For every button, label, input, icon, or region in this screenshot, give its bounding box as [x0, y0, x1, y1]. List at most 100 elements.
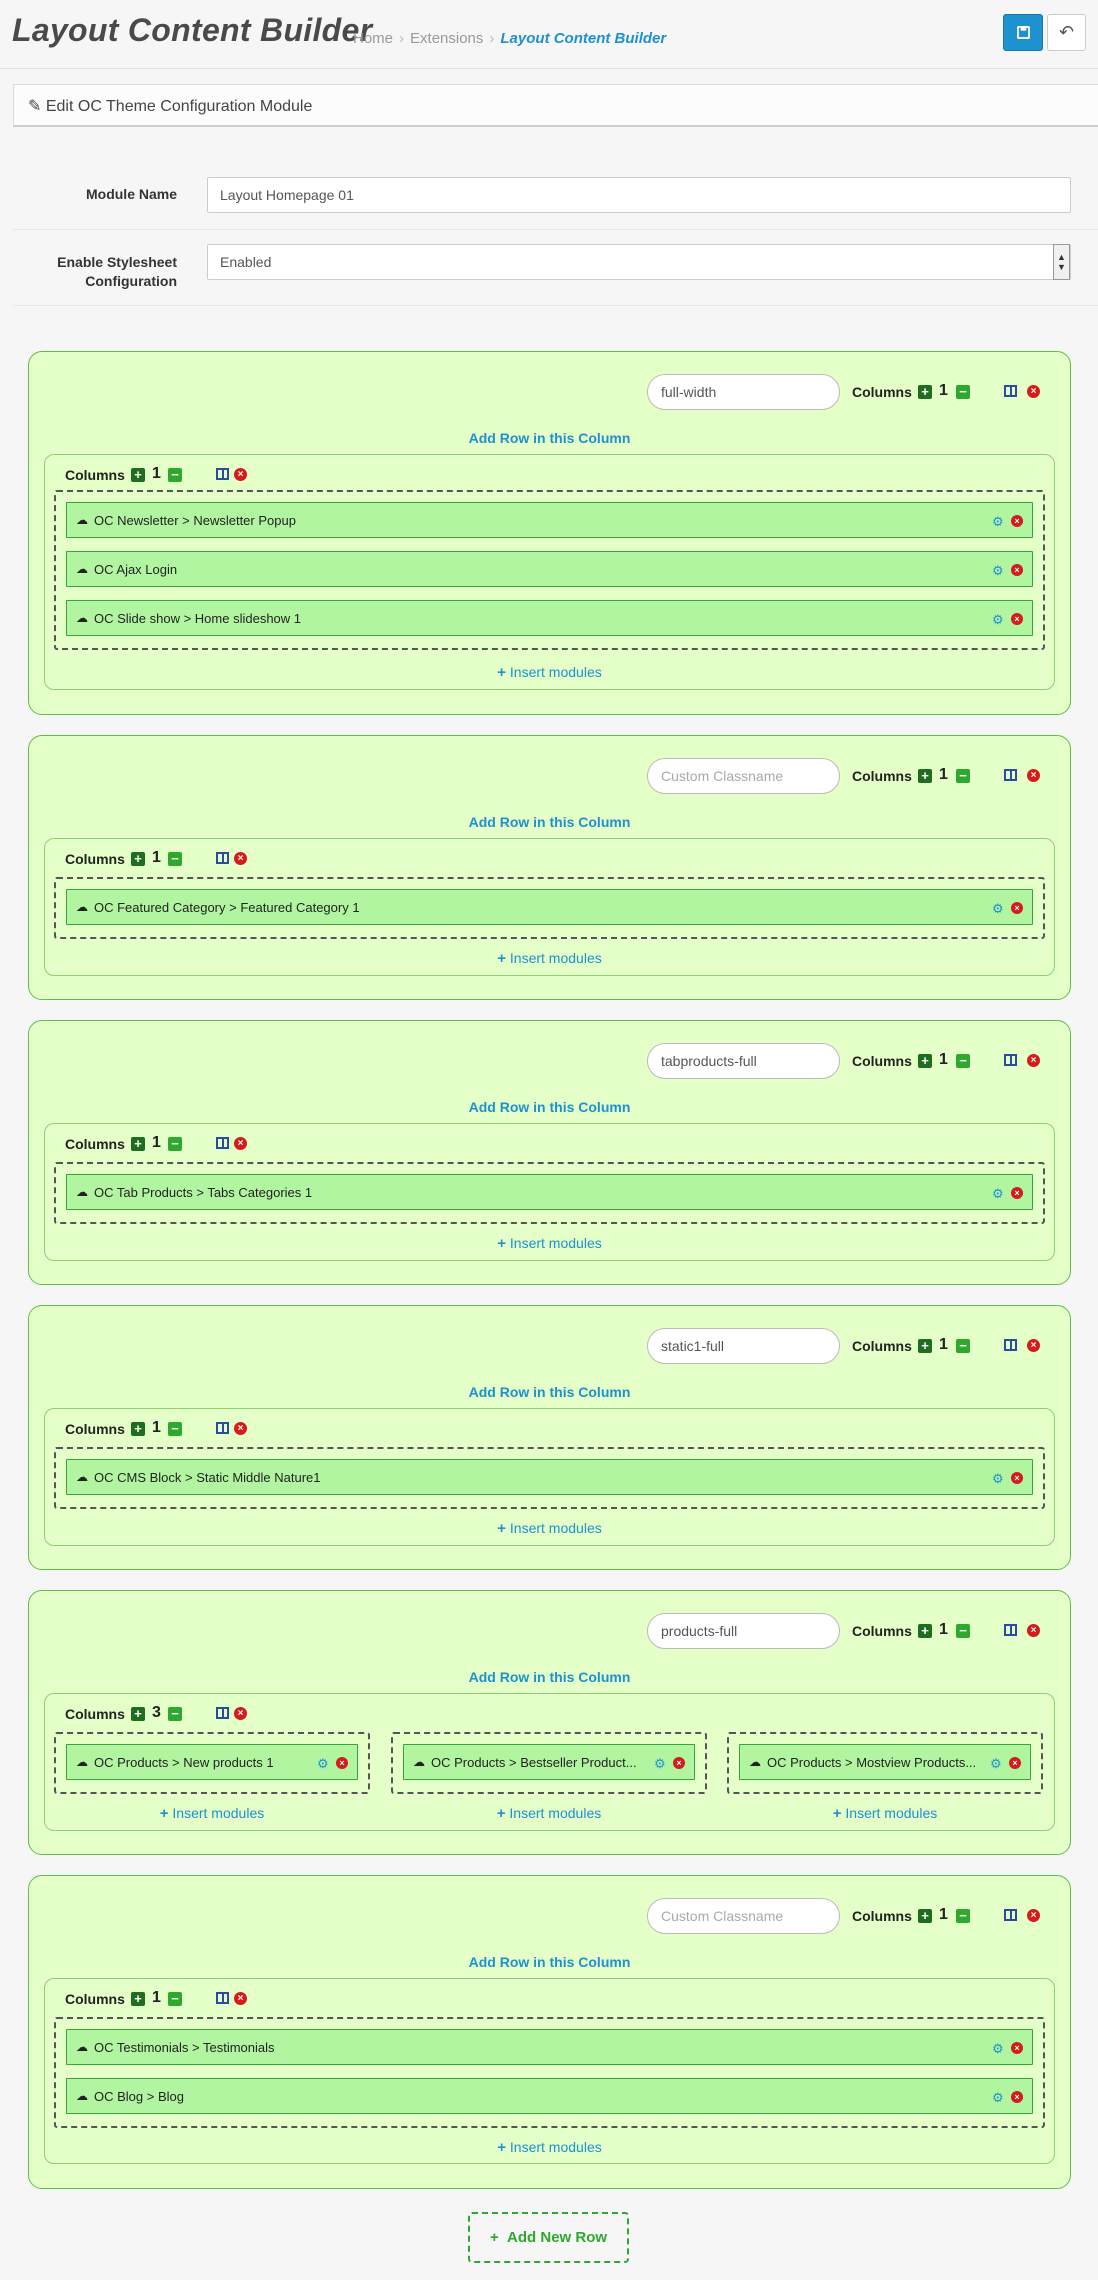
classname-input[interactable]: static1-full — [647, 1328, 840, 1364]
module-drop-zone[interactable]: ☁ OC Featured Category > Featured Categor… — [54, 877, 1045, 939]
insert-modules-link[interactable]: + Insert modules — [45, 664, 1054, 681]
module-item[interactable]: ☁ OC Newsletter > Newsletter Popup ⚙ × — [66, 502, 1033, 538]
remove-column-icon[interactable]: − — [956, 769, 970, 783]
insert-modules-link[interactable]: + Insert modules — [391, 1805, 707, 1822]
gears-icon[interactable]: ⚙ — [992, 1471, 1004, 1487]
columns-layout-icon[interactable] — [1004, 1909, 1017, 1921]
add-column-icon[interactable]: + — [131, 852, 145, 866]
delete-module-icon[interactable]: × — [1011, 2042, 1023, 2054]
module-drop-zone[interactable]: ☁ OC Testimonials > Testimonials ⚙ × ☁ OC Bl… — [54, 2017, 1045, 2128]
module-drop-zone[interactable]: ☁ OC Products > Bestseller Product... ⚙ × — [391, 1732, 707, 1794]
columns-layout-icon[interactable] — [1004, 1624, 1017, 1636]
module-drag-icon[interactable]: ☁ — [76, 900, 88, 914]
module-drag-icon[interactable]: ☁ — [413, 1755, 425, 1769]
delete-row-icon[interactable]: × — [1027, 769, 1040, 782]
add-column-icon[interactable]: + — [918, 1909, 932, 1923]
module-drop-zone[interactable]: ☁ OC Newsletter > Newsletter Popup ⚙ × ☁ OC … — [54, 490, 1045, 650]
remove-column-icon[interactable]: − — [168, 1422, 182, 1436]
module-item[interactable]: ☁ OC Slide show > Home slideshow 1 ⚙ × — [66, 600, 1033, 636]
insert-modules-link[interactable]: + Insert modules — [45, 1520, 1054, 1537]
module-drag-icon[interactable]: ☁ — [76, 562, 88, 576]
chevron-down-icon[interactable]: ▲ ▼ — [1053, 244, 1070, 280]
delete-module-icon[interactable]: × — [336, 1757, 348, 1769]
remove-column-icon[interactable]: − — [168, 852, 182, 866]
remove-column-icon[interactable]: − — [956, 1909, 970, 1923]
breadcrumb-home[interactable]: Home — [353, 30, 393, 47]
module-item[interactable]: ☁ OC CMS Block > Static Middle Nature1 ⚙ × — [66, 1459, 1033, 1495]
module-item[interactable]: ☁ OC Blog > Blog ⚙ × — [66, 2078, 1033, 2114]
delete-column-icon[interactable]: × — [234, 1707, 247, 1720]
columns-layout-icon[interactable] — [216, 1992, 229, 2004]
remove-column-icon[interactable]: − — [168, 1707, 182, 1721]
back-button[interactable]: ↶ — [1047, 14, 1086, 51]
classname-input[interactable]: products-full — [647, 1613, 840, 1649]
columns-layout-icon[interactable] — [1004, 769, 1017, 781]
delete-module-icon[interactable]: × — [1011, 902, 1023, 914]
add-column-icon[interactable]: + — [131, 468, 145, 482]
insert-modules-link[interactable]: + Insert modules — [727, 1805, 1043, 1822]
module-item[interactable]: ☁ OC Tab Products > Tabs Categories 1 ⚙ × — [66, 1174, 1033, 1210]
insert-modules-link[interactable]: + Insert modules — [45, 2139, 1054, 2156]
module-item[interactable]: ☁ OC Products > Mostview Products... ⚙ × — [739, 1744, 1031, 1780]
delete-module-icon[interactable]: × — [1011, 1187, 1023, 1199]
delete-column-icon[interactable]: × — [234, 1137, 247, 1150]
module-item[interactable]: ☁ OC Testimonials > Testimonials ⚙ × — [66, 2029, 1033, 2065]
delete-module-icon[interactable]: × — [1011, 2091, 1023, 2103]
breadcrumb-current[interactable]: Layout Content Builder — [500, 30, 666, 47]
module-drag-icon[interactable]: ☁ — [76, 611, 88, 625]
module-drag-icon[interactable]: ☁ — [76, 2040, 88, 2054]
module-item[interactable]: ☁ OC Products > New products 1 ⚙ × — [66, 1744, 358, 1780]
columns-layout-icon[interactable] — [216, 1707, 229, 1719]
module-drag-icon[interactable]: ☁ — [76, 2089, 88, 2103]
classname-input[interactable]: tabproducts-full — [647, 1043, 840, 1079]
delete-module-icon[interactable]: × — [1009, 1757, 1021, 1769]
module-name-input[interactable]: Layout Homepage 01 — [207, 177, 1071, 213]
module-drag-icon[interactable]: ☁ — [76, 1185, 88, 1199]
add-column-icon[interactable]: + — [918, 1624, 932, 1638]
columns-layout-icon[interactable] — [1004, 1339, 1017, 1351]
add-row-link[interactable]: Add Row in this Column — [29, 1099, 1070, 1115]
insert-modules-link[interactable]: + Insert modules — [45, 1235, 1054, 1252]
insert-modules-link[interactable]: + Insert modules — [45, 950, 1054, 967]
add-column-icon[interactable]: + — [131, 1707, 145, 1721]
classname-input[interactable]: Custom Classname — [647, 758, 840, 794]
remove-column-icon[interactable]: − — [956, 385, 970, 399]
module-item[interactable]: ☁ OC Featured Category > Featured Categor… — [66, 889, 1033, 925]
delete-row-icon[interactable]: × — [1027, 1909, 1040, 1922]
columns-layout-icon[interactable] — [216, 468, 229, 480]
delete-row-icon[interactable]: × — [1027, 385, 1040, 398]
gears-icon[interactable]: ⚙ — [992, 901, 1004, 917]
module-drag-icon[interactable]: ☁ — [76, 1470, 88, 1484]
gears-icon[interactable]: ⚙ — [992, 1186, 1004, 1202]
module-drop-zone[interactable]: ☁ OC Products > New products 1 ⚙ × — [54, 1732, 370, 1794]
module-item[interactable]: ☁ OC Products > Bestseller Product... ⚙ × — [403, 1744, 695, 1780]
delete-row-icon[interactable]: × — [1027, 1339, 1040, 1352]
columns-layout-icon[interactable] — [1004, 385, 1017, 397]
add-row-link[interactable]: Add Row in this Column — [29, 1954, 1070, 1970]
delete-module-icon[interactable]: × — [673, 1757, 685, 1769]
classname-input[interactable]: full-width — [647, 374, 840, 410]
gears-icon[interactable]: ⚙ — [992, 2090, 1004, 2106]
add-column-icon[interactable]: + — [918, 1054, 932, 1068]
columns-layout-icon[interactable] — [216, 852, 229, 864]
columns-layout-icon[interactable] — [216, 1422, 229, 1434]
stylesheet-select[interactable]: Enabled ▲ ▼ — [207, 244, 1071, 280]
add-row-link[interactable]: Add Row in this Column — [29, 1669, 1070, 1685]
gears-icon[interactable]: ⚙ — [992, 514, 1004, 530]
remove-column-icon[interactable]: − — [168, 1137, 182, 1151]
module-drag-icon[interactable]: ☁ — [76, 513, 88, 527]
gears-icon[interactable]: ⚙ — [992, 612, 1004, 628]
insert-modules-link[interactable]: + Insert modules — [54, 1805, 370, 1822]
add-new-row-button[interactable]: + Add New Row — [468, 2212, 629, 2263]
gears-icon[interactable]: ⚙ — [654, 1756, 666, 1772]
add-row-link[interactable]: Add Row in this Column — [29, 814, 1070, 830]
delete-row-icon[interactable]: × — [1027, 1624, 1040, 1637]
delete-column-icon[interactable]: × — [234, 1992, 247, 2005]
module-drop-zone[interactable]: ☁ OC Products > Mostview Products... ⚙ × — [727, 1732, 1043, 1794]
remove-column-icon[interactable]: − — [168, 1992, 182, 2006]
add-column-icon[interactable]: + — [918, 1339, 932, 1353]
breadcrumb-extensions[interactable]: Extensions — [410, 30, 483, 47]
module-drop-zone[interactable]: ☁ OC Tab Products > Tabs Categories 1 ⚙ × — [54, 1162, 1045, 1224]
remove-column-icon[interactable]: − — [956, 1054, 970, 1068]
module-drag-icon[interactable]: ☁ — [76, 1755, 88, 1769]
